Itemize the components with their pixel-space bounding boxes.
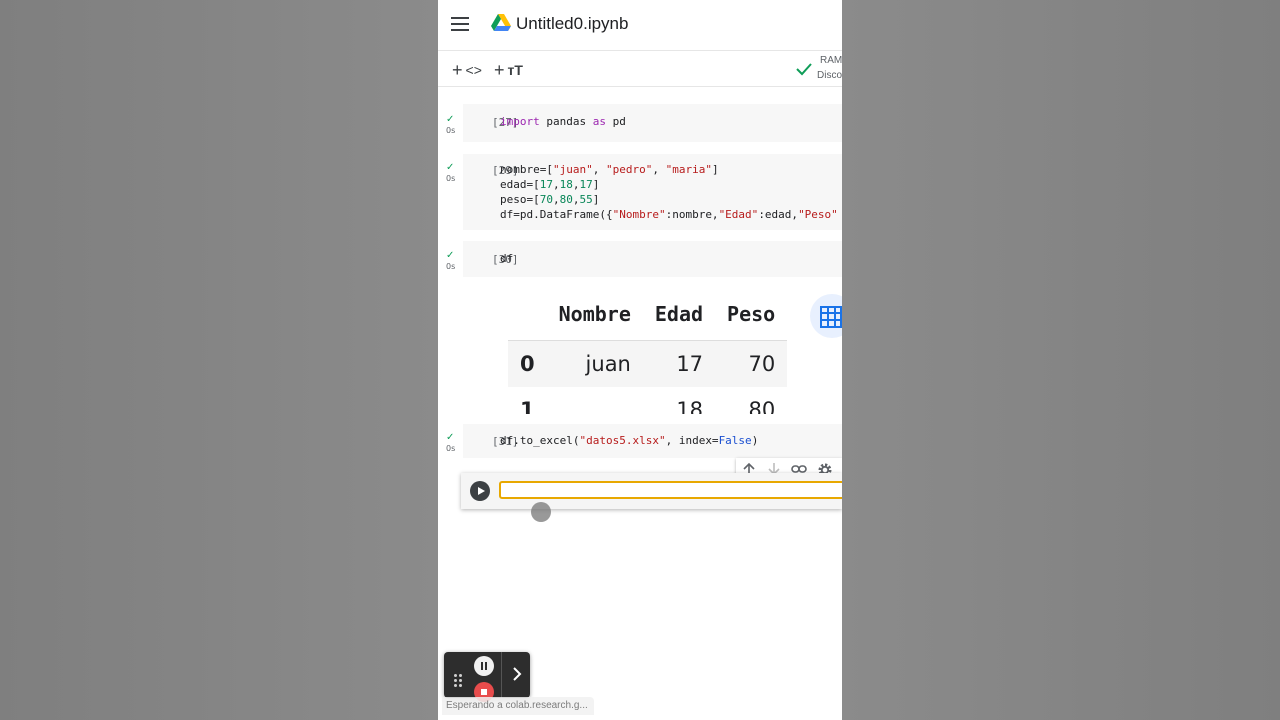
expand-button[interactable] [501,652,531,698]
table-header-row: Nombre Edad Peso [508,296,787,341]
code-icon: <> [465,62,482,78]
column-header [508,296,547,341]
mouse-cursor [531,502,551,522]
screen-recorder-widget [444,652,531,702]
disk-label[interactable]: Disco [817,70,842,81]
check-icon: ✓ [446,162,455,173]
cell-status: ✓ 0s [446,162,456,184]
code-cell-30[interactable]: [30] df [463,241,842,277]
row-index: 0 [508,340,547,387]
column-header: Nombre [558,302,631,326]
dataframe-output: Nombre Edad Peso 0 juan 17 70 1 18 80 [438,282,842,414]
code-input[interactable] [499,481,842,499]
left-background [0,0,438,720]
column-header: Edad [654,302,704,326]
check-icon: ✓ [446,250,455,261]
table-cell: juan [546,340,643,387]
add-text-button[interactable]: + тT [494,59,523,80]
recorder-controls [444,652,500,702]
plus-icon: + [452,60,463,80]
table-cell: 18 [676,398,704,414]
check-icon: ✓ [446,114,455,125]
notebook-title[interactable]: Untitled0.ipynb [516,14,628,34]
text-icon: тT [507,62,523,78]
code-line: import pandas as pd [500,115,626,128]
browser-status-bar: Esperando a colab.research.g... [442,697,594,715]
code-cell-27[interactable]: [27] import pandas as pd [463,104,842,142]
header: Untitled0.ipynb [438,0,842,51]
table-row: 0 juan 17 70 [508,340,788,387]
play-icon[interactable] [470,481,490,501]
ram-label[interactable]: RAM [820,55,842,66]
dataframe-table: Nombre Edad Peso 0 juan 17 70 1 18 80 [508,296,788,414]
plus-icon: + [494,60,505,80]
row-index: 1 [520,398,535,414]
drag-handle-icon[interactable] [454,674,464,688]
cell-status: ✓ 0s [446,250,456,272]
check-icon: ✓ [446,432,455,443]
table-cell: 70 [715,340,788,387]
column-header: Peso [727,302,776,326]
notebook-toolbar: + <> + тT RAM Disco [438,51,842,87]
table-cell: 17 [642,340,716,387]
check-icon [796,63,812,76]
new-code-cell[interactable] [461,473,842,509]
code-cell-29[interactable]: [29] nombre=["juan", "pedro", "maria"] e… [463,154,842,230]
colab-window: Untitled0.ipynb + <> + тT RAM Disco ✓ 0s [… [438,0,842,720]
pause-icon[interactable] [474,656,494,676]
code-line: df.to_excel("datos5.xlsx", index=False) [500,434,759,447]
chevron-right-icon [513,667,522,681]
code-cell-31[interactable]: [31] df.to_excel("datos5.xlsx", index=Fa… [463,424,842,458]
right-background [842,0,1280,720]
cell-status: ✓ 0s [446,114,456,136]
cell-status: ✓ 0s [446,432,456,454]
code-block: nombre=["juan", "pedro", "maria"] edad=[… [500,163,838,221]
code-line: df [500,252,514,265]
google-drive-icon [491,14,511,31]
menu-icon[interactable] [451,17,469,31]
table-row: 1 18 80 [508,387,787,414]
table-icon[interactable] [810,294,842,338]
table-cell: 80 [748,398,776,414]
grid-icon [820,306,842,328]
table-cell [547,387,643,414]
add-code-button[interactable]: + <> [452,59,482,80]
